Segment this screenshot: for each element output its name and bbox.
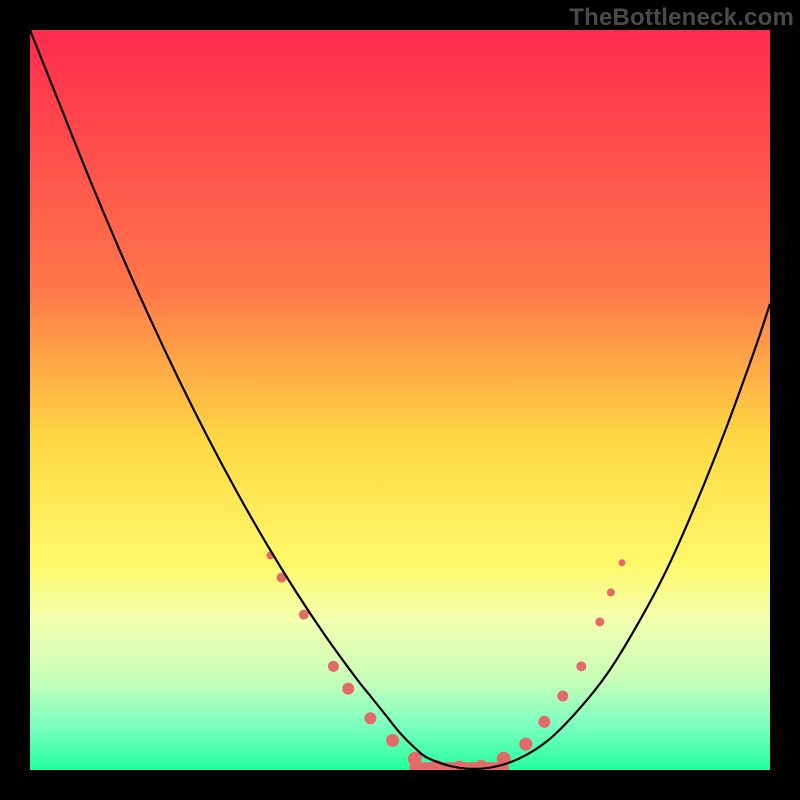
- curve-dot: [342, 683, 354, 695]
- curve-dot: [386, 734, 399, 747]
- chart-svg: [30, 30, 770, 770]
- chart-plot-area: [30, 30, 770, 770]
- curve-dot: [519, 738, 532, 751]
- curve-dot: [576, 661, 586, 671]
- curve-dot: [364, 712, 376, 724]
- curve-dot: [595, 618, 604, 627]
- chart-frame: TheBottleneck.com: [0, 0, 800, 800]
- curve-dot: [607, 588, 615, 596]
- curve-dot: [538, 716, 550, 728]
- curve-dot: [408, 752, 422, 766]
- curve-dot: [557, 691, 568, 702]
- curve-dot: [619, 559, 626, 566]
- curve-dot: [328, 661, 339, 672]
- watermark-label: TheBottleneck.com: [569, 4, 794, 32]
- gradient-background: [30, 30, 770, 770]
